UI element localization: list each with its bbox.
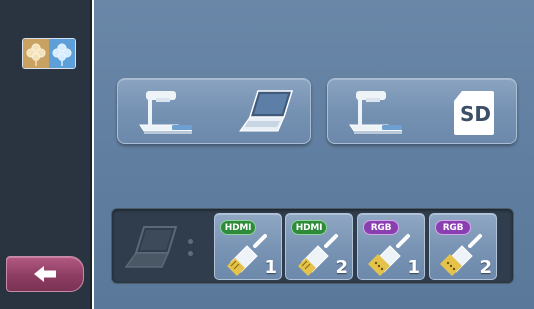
separator-dots	[188, 239, 194, 259]
source-number: 2	[479, 257, 492, 278]
camera-to-pc-button[interactable]	[117, 78, 311, 144]
clover-icon-right	[49, 39, 75, 68]
source-hdmi-1-button[interactable]: HDMI 1	[214, 213, 282, 280]
sd-card-icon: SD	[454, 91, 494, 135]
source-rgb-1-button[interactable]: RGB 1	[357, 213, 425, 280]
back-button[interactable]	[6, 256, 84, 292]
vga-plug-icon	[440, 234, 482, 276]
sd-label: SD	[460, 102, 491, 126]
source-hdmi-2-button[interactable]: HDMI 2	[285, 213, 353, 280]
document-camera-icon	[349, 91, 403, 134]
hdmi-plug-icon	[227, 234, 267, 276]
input-source-bar: HDMI 1 HDMI 2 RGB 1 RGB 2	[111, 208, 514, 284]
source-number: 1	[264, 257, 277, 278]
left-arrow-icon	[34, 266, 56, 282]
laptop-icon	[239, 90, 294, 132]
hdmi-plug-icon	[298, 234, 338, 276]
sidebar	[0, 0, 92, 309]
laptop-icon[interactable]	[124, 223, 180, 271]
clover-logo[interactable]	[22, 38, 76, 69]
document-camera-icon	[139, 91, 193, 134]
source-number: 2	[335, 257, 348, 278]
source-rgb-2-button[interactable]: RGB 2	[429, 213, 497, 280]
source-number: 1	[407, 257, 420, 278]
vga-plug-icon	[368, 234, 410, 276]
clover-icon-left	[23, 39, 49, 68]
camera-to-sd-button[interactable]: SD	[327, 78, 517, 144]
